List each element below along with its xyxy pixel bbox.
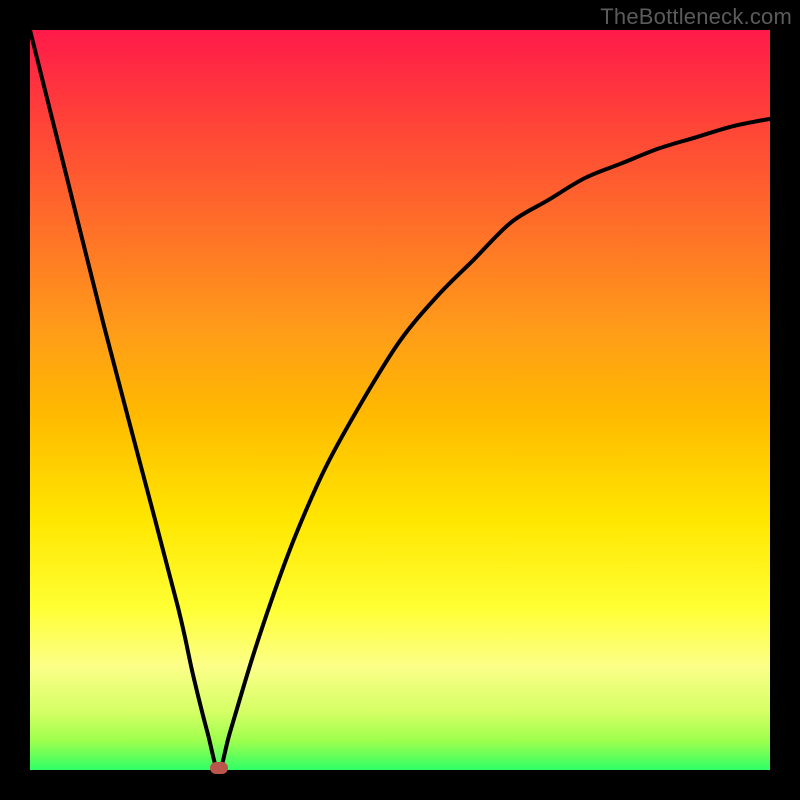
chart-canvas: TheBottleneck.com xyxy=(0,0,800,800)
watermark-text: TheBottleneck.com xyxy=(600,4,792,30)
chart-plot-area xyxy=(30,30,770,770)
bottleneck-curve xyxy=(30,30,770,770)
optimum-marker xyxy=(210,762,228,774)
